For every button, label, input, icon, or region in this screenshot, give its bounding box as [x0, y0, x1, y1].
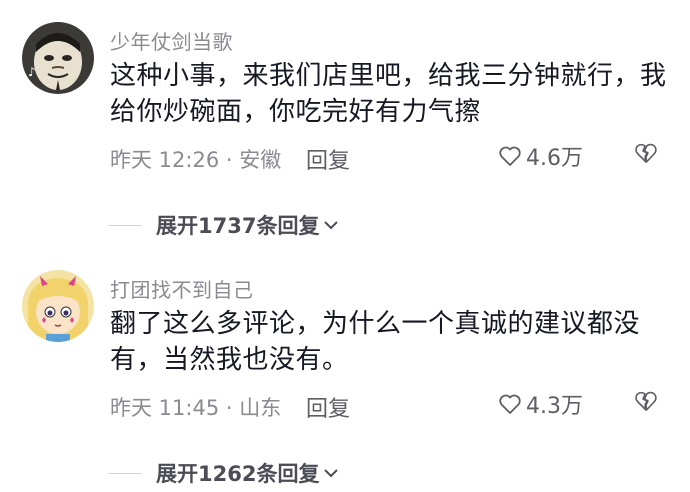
dislike-button[interactable] — [634, 390, 658, 416]
expand-replies-button[interactable]: 展开1262条回复 — [108, 458, 339, 488]
user-avatar[interactable] — [22, 270, 94, 342]
like-count: 4.6万 — [526, 146, 583, 171]
chevron-down-icon — [324, 221, 339, 230]
comment-text: 这种小事，来我们店里吧，给我三分钟就行，我给你炒碗面，你吃完好有力气擦 — [110, 61, 667, 127]
like-button[interactable]: 4.3万 — [498, 388, 583, 420]
chevron-down-icon — [324, 469, 339, 478]
divider-line — [108, 224, 142, 226]
svg-text:♪: ♪ — [28, 65, 36, 79]
like-count: 4.3万 — [526, 394, 583, 419]
comment-username[interactable]: 打团找不到自己 — [110, 274, 254, 303]
divider-line — [108, 472, 142, 474]
comment-meta: 昨天 12:26 · 安徽 — [110, 148, 282, 172]
user-avatar[interactable]: ♪ — [22, 22, 94, 94]
like-button[interactable]: 4.6万 — [498, 140, 583, 172]
expand-replies-button[interactable]: 展开1737条回复 — [108, 210, 339, 240]
cartoon-girl-avatar-icon — [22, 270, 94, 342]
reply-button[interactable]: 回复 — [306, 143, 350, 175]
heart-icon — [499, 394, 521, 414]
dislike-button[interactable] — [634, 142, 658, 168]
expand-replies-label: 展开1262条回复 — [156, 462, 320, 486]
comment-meta: 昨天 11:45 · 山东 — [110, 396, 282, 420]
comment-username[interactable]: 少年仗剑当歌 — [110, 26, 233, 55]
comment-text: 翻了这么多评论，为什么一个真诚的建议都没有，当然我也没有。 — [110, 309, 641, 375]
broken-heart-icon — [635, 391, 657, 411]
reply-button[interactable]: 回复 — [306, 391, 350, 423]
heart-icon — [499, 146, 521, 166]
expand-replies-label: 展开1737条回复 — [156, 214, 320, 238]
broken-heart-icon — [635, 143, 657, 163]
masked-face-avatar-icon: ♪ — [22, 22, 94, 94]
